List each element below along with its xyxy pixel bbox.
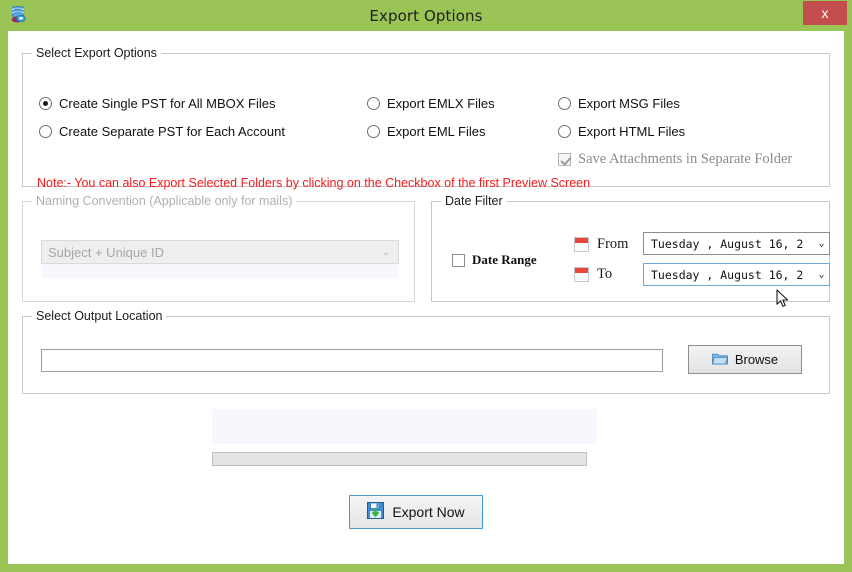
checkbox-indicator[interactable] (452, 253, 465, 267)
browse-button-label: Browse (734, 352, 779, 367)
radio-indicator[interactable] (39, 97, 52, 110)
radio-export-html[interactable]: Export HTML Files (558, 124, 685, 139)
chevron-down-icon[interactable]: ⌄ (814, 269, 829, 280)
naming-convention-group-title: Naming Convention (Applicable only for m… (32, 194, 297, 208)
chevron-down-icon[interactable]: ⌄ (814, 238, 829, 249)
export-options-group-title: Select Export Options (32, 46, 161, 60)
app-database-icon (9, 5, 29, 25)
naming-convention-panel (41, 264, 399, 278)
to-date-value: Tuesday , August 16, 2 (651, 267, 804, 282)
to-date-picker[interactable]: Tuesday , August 16, 2 ⌄ (643, 263, 830, 286)
radio-export-emlx[interactable]: Export EMLX Files (367, 96, 495, 111)
calendar-icon (574, 237, 589, 252)
save-icon (367, 502, 385, 522)
radio-indicator[interactable] (558, 125, 571, 138)
naming-convention-value: Subject + Unique ID (48, 244, 164, 260)
export-now-button[interactable]: Export Now (349, 495, 483, 529)
radio-label: Create Separate PST for Each Account (59, 124, 285, 139)
window-title: Export Options (369, 6, 483, 25)
date-filter-group-title: Date Filter (441, 194, 507, 208)
radio-create-separate-pst[interactable]: Create Separate PST for Each Account (39, 124, 285, 139)
output-path-input[interactable] (41, 349, 663, 372)
naming-convention-select: Subject + Unique ID ⌄ (41, 240, 399, 264)
radio-label: Create Single PST for All MBOX Files (59, 96, 276, 111)
checkbox-label: Save Attachments in Separate Folder (578, 151, 793, 167)
export-now-label: Export Now (392, 504, 465, 520)
radio-indicator[interactable] (39, 125, 52, 138)
radio-indicator[interactable] (558, 97, 571, 110)
title-bar: Export Options x (0, 0, 852, 31)
to-label: To (597, 266, 613, 282)
radio-label: Export EML Files (387, 124, 486, 139)
dialog-body: Select Export Options Create Single PST … (8, 31, 844, 564)
radio-export-msg[interactable]: Export MSG Files (558, 96, 680, 111)
from-date-picker[interactable]: Tuesday , August 16, 2 ⌄ (643, 232, 830, 255)
export-options-group: Select Export Options Create Single PST … (22, 46, 830, 190)
to-date-label-row: To (574, 266, 612, 283)
output-location-group: Select Output Location Browse (22, 309, 830, 394)
progress-bar (212, 452, 587, 466)
radio-indicator[interactable] (367, 97, 380, 110)
radio-label: Export MSG Files (578, 96, 680, 111)
radio-create-single-pst[interactable]: Create Single PST for All MBOX Files (39, 96, 276, 111)
chevron-down-icon: ⌄ (381, 246, 391, 258)
export-note: Note:- You can also Export Selected Fold… (37, 176, 591, 190)
checkbox-save-attachments: Save Attachments in Separate Folder (558, 151, 792, 168)
checkbox-indicator (558, 153, 571, 166)
radio-indicator[interactable] (367, 125, 380, 138)
calendar-icon (574, 267, 589, 282)
radio-export-eml[interactable]: Export EML Files (367, 124, 486, 139)
folder-icon (711, 352, 728, 368)
radio-label: Export HTML Files (578, 124, 686, 139)
output-location-group-title: Select Output Location (32, 309, 167, 323)
date-filter-group: Date Filter Date Range From To Tuesday ,… (431, 194, 830, 302)
radio-label: Export EMLX Files (387, 96, 495, 111)
export-options-window: Export Options x Select Export Options C… (0, 0, 852, 572)
checkbox-date-range[interactable]: Date Range (452, 252, 537, 268)
from-date-value: Tuesday , August 16, 2 (651, 236, 804, 251)
browse-button[interactable]: Browse (688, 345, 802, 374)
checkbox-label: Date Range (472, 252, 537, 267)
from-date-label-row: From (574, 236, 628, 253)
naming-convention-group: Naming Convention (Applicable only for m… (22, 194, 415, 302)
status-panel (212, 409, 597, 444)
close-icon[interactable]: x (803, 1, 847, 25)
from-label: From (597, 236, 629, 252)
